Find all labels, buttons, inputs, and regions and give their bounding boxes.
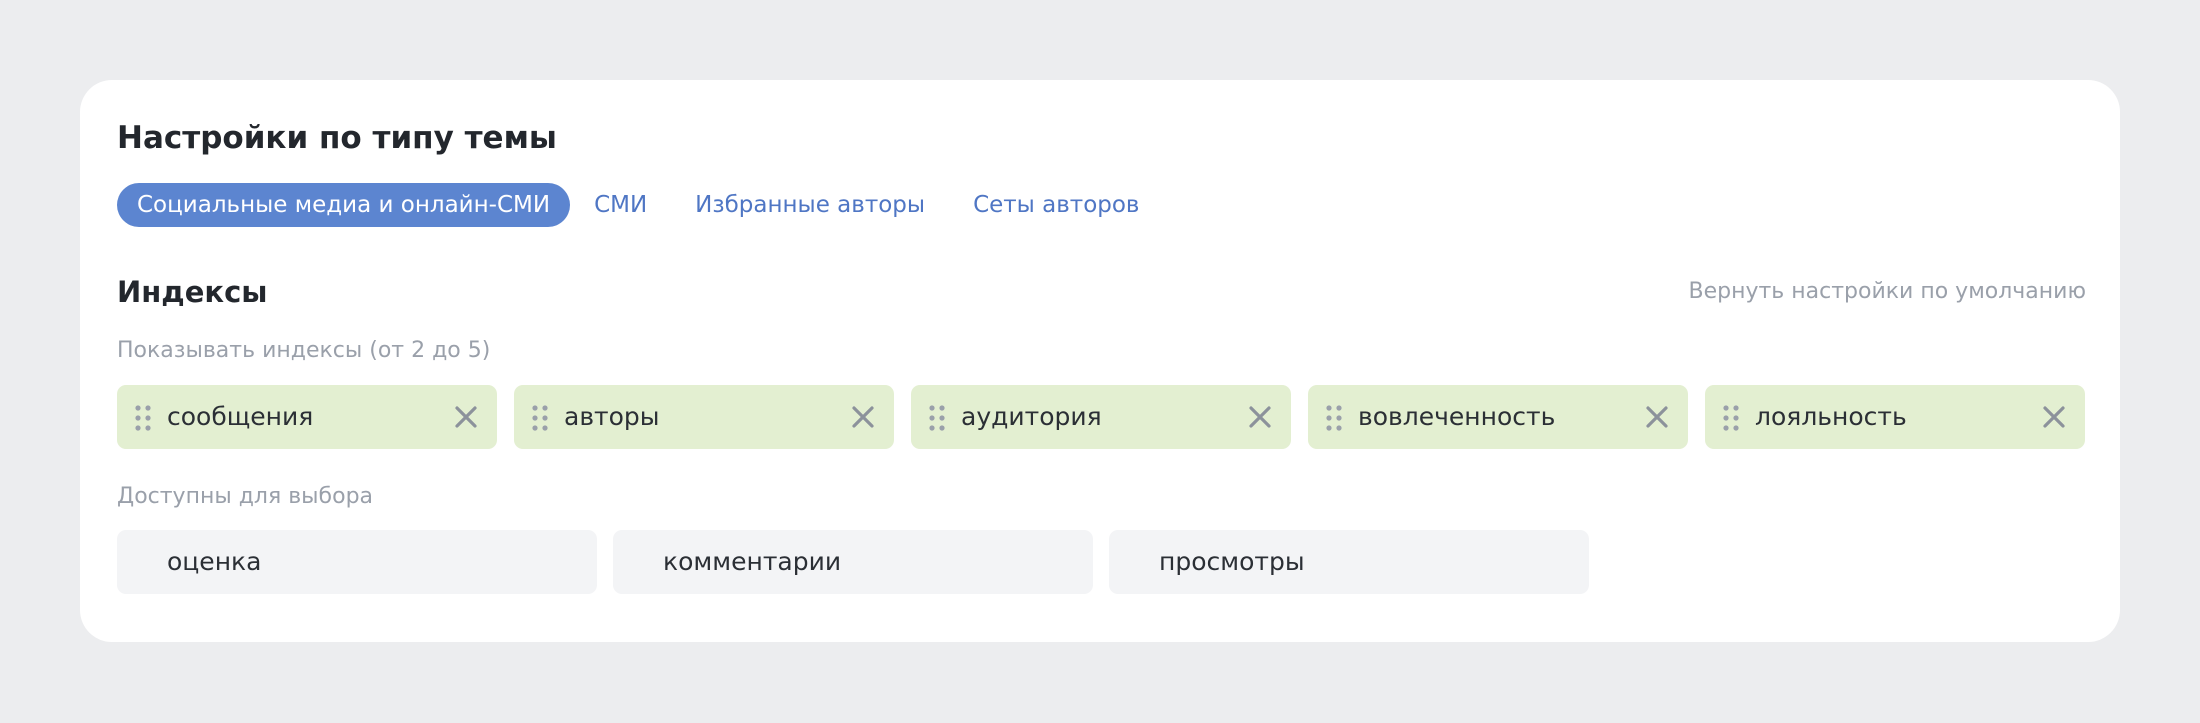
- available-indexes-label: Доступны для выбора: [117, 484, 374, 509]
- close-icon[interactable]: [850, 404, 876, 430]
- drag-handle-icon[interactable]: [1326, 405, 1342, 431]
- indexes-section-title: Индексы: [117, 275, 268, 309]
- chip-label: авторы: [564, 402, 660, 431]
- chip-label: оценка: [167, 547, 262, 576]
- close-icon[interactable]: [1247, 404, 1273, 430]
- chip-label: аудитория: [961, 402, 1102, 431]
- topic-type-tabs: Социальные медиа и онлайн-СМИ СМИ Избран…: [117, 183, 1164, 227]
- selected-index-chip[interactable]: сообщения: [117, 385, 497, 449]
- topic-settings-card: Настройки по типу темы Социальные медиа …: [80, 80, 2120, 642]
- chip-label: комментарии: [663, 547, 842, 576]
- chip-label: просмотры: [1159, 547, 1305, 576]
- drag-handle-icon[interactable]: [929, 405, 945, 431]
- page-title: Настройки по типу темы: [117, 120, 557, 156]
- reset-defaults-link[interactable]: Вернуть настройки по умолчанию: [1688, 276, 2086, 308]
- chip-label: сообщения: [167, 402, 314, 431]
- chip-label: лояльность: [1755, 402, 1907, 431]
- chip-label: вовлеченность: [1358, 402, 1556, 431]
- close-icon[interactable]: [2041, 404, 2067, 430]
- drag-handle-icon[interactable]: [1723, 405, 1739, 431]
- selected-indexes-list: сообщения авторы аудитория вовлеченность…: [117, 385, 2085, 449]
- selected-index-chip[interactable]: лояльность: [1705, 385, 2085, 449]
- selected-index-chip[interactable]: авторы: [514, 385, 894, 449]
- close-icon[interactable]: [453, 404, 479, 430]
- tab-favorite-authors[interactable]: Избранные авторы: [671, 183, 949, 227]
- selected-indexes-label: Показывать индексы (от 2 до 5): [117, 338, 491, 363]
- available-index-chip[interactable]: просмотры: [1109, 530, 1589, 594]
- drag-handle-icon[interactable]: [135, 405, 151, 431]
- selected-index-chip[interactable]: аудитория: [911, 385, 1291, 449]
- close-icon[interactable]: [1644, 404, 1670, 430]
- tab-social-media[interactable]: Социальные медиа и онлайн-СМИ: [117, 183, 571, 227]
- tab-media[interactable]: СМИ: [570, 183, 671, 227]
- tab-author-sets[interactable]: Сеты авторов: [949, 183, 1163, 227]
- selected-index-chip[interactable]: вовлеченность: [1308, 385, 1688, 449]
- drag-handle-icon[interactable]: [532, 405, 548, 431]
- available-index-chip[interactable]: комментарии: [613, 530, 1093, 594]
- available-indexes-list: оценка комментарии просмотры: [117, 530, 1605, 594]
- available-index-chip[interactable]: оценка: [117, 530, 597, 594]
